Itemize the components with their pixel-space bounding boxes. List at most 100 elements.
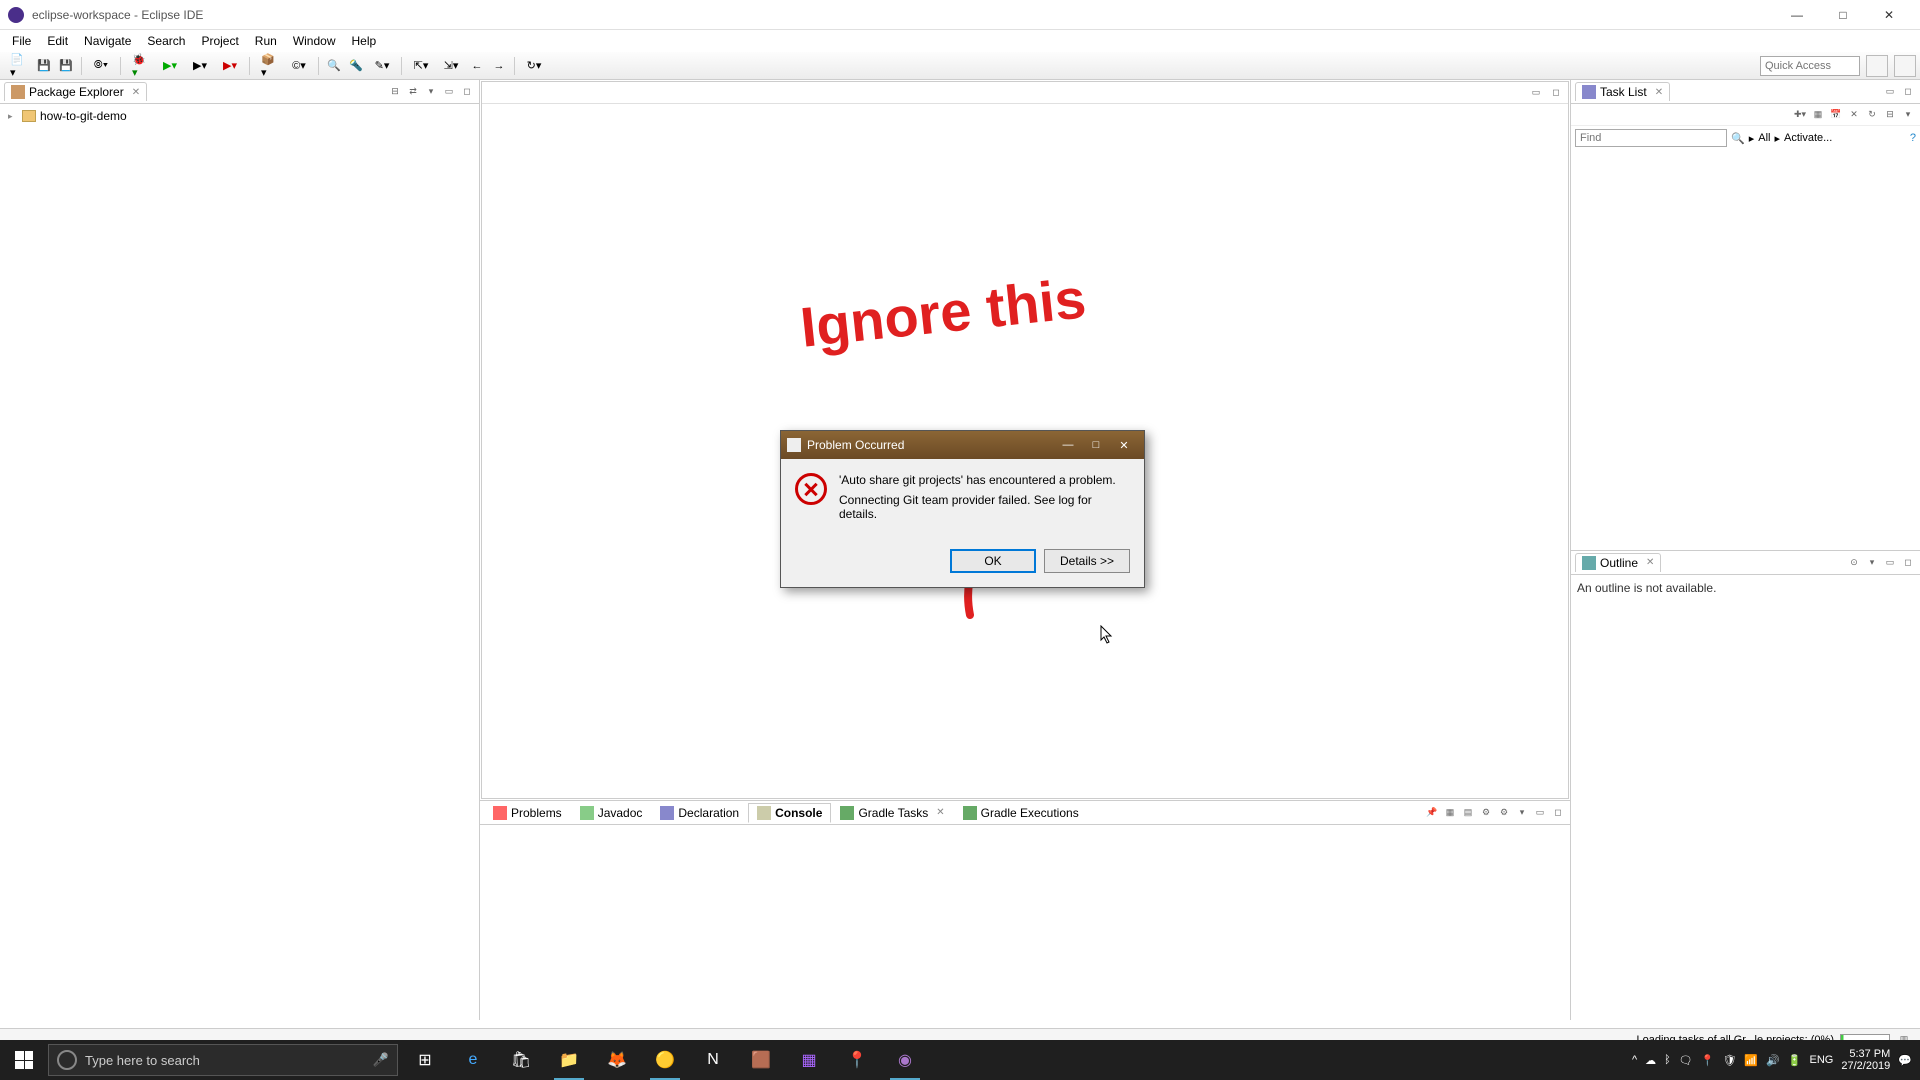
minecraft-icon[interactable]: 🟫 xyxy=(738,1040,784,1080)
open-console-icon[interactable]: ▤ xyxy=(1460,805,1476,821)
maximize-editor-icon[interactable]: ◻ xyxy=(1548,85,1564,101)
tab-gradle-executions[interactable]: Gradle Executions xyxy=(954,803,1088,823)
edge-icon[interactable]: e xyxy=(450,1040,496,1080)
console-menu-icon[interactable]: ⚙ xyxy=(1478,805,1494,821)
taskbar-search[interactable]: Type here to search 🎤 xyxy=(48,1044,398,1076)
dialog-minimize-button[interactable]: — xyxy=(1054,435,1082,455)
java-perspective-button[interactable] xyxy=(1894,55,1916,77)
outline-focus-icon[interactable]: ⊙ xyxy=(1846,554,1862,570)
tab-javadoc[interactable]: Javadoc xyxy=(571,803,652,823)
last-edit-button[interactable]: ⇱▾ xyxy=(407,56,435,76)
collapse-task-icon[interactable]: ⊟ xyxy=(1882,107,1898,123)
console-content[interactable] xyxy=(480,825,1570,1020)
eclipse-taskbar-icon[interactable]: ◉ xyxy=(882,1040,928,1080)
ok-button[interactable]: OK xyxy=(950,549,1036,573)
close-outline-icon[interactable]: ✕ xyxy=(1646,557,1654,568)
debug-button[interactable]: 🐞▾ xyxy=(126,56,154,76)
back-button[interactable]: ← xyxy=(467,56,487,76)
pin-console-icon[interactable]: 📌 xyxy=(1424,805,1440,821)
open-perspective-button[interactable] xyxy=(1866,55,1888,77)
save-button[interactable]: 💾 xyxy=(34,56,54,76)
twitch-icon[interactable]: ▦ xyxy=(786,1040,832,1080)
search-button[interactable]: 🔦 xyxy=(346,56,366,76)
project-node[interactable]: ▸ how-to-git-demo xyxy=(8,108,471,124)
firefox-icon[interactable]: 🦊 xyxy=(594,1040,640,1080)
help-icon[interactable]: ? xyxy=(1910,132,1916,144)
mic-icon[interactable]: 🎤 xyxy=(373,1052,389,1068)
maximize-task-icon[interactable]: ◻ xyxy=(1900,84,1916,100)
new-package-button[interactable]: 📦▾ xyxy=(255,56,283,76)
bluetooth-icon[interactable]: ᛒ xyxy=(1664,1054,1671,1066)
battery-icon[interactable]: 🗨 xyxy=(1679,1054,1693,1067)
all-arrow-icon[interactable]: ▸ xyxy=(1749,132,1755,145)
tab-gradle-tasks[interactable]: Gradle Tasks✕ xyxy=(831,803,953,823)
minimize-outline-icon[interactable]: ▭ xyxy=(1882,554,1898,570)
categorize-icon[interactable]: ▦ xyxy=(1810,107,1826,123)
all-label[interactable]: All xyxy=(1758,132,1770,144)
location-icon[interactable]: 📍 xyxy=(1701,1054,1715,1067)
close-task-list-icon[interactable]: ✕ xyxy=(1655,87,1663,98)
run-button[interactable]: ▶▾ xyxy=(156,56,184,76)
dialog-close-button[interactable]: ✕ xyxy=(1110,435,1138,455)
activate-arrow-icon[interactable]: ▸ xyxy=(1774,132,1780,145)
tab-problems[interactable]: Problems xyxy=(484,803,571,823)
minimize-editor-icon[interactable]: ▭ xyxy=(1528,85,1544,101)
close-gradle-tasks-icon[interactable]: ✕ xyxy=(936,807,944,818)
maximize-button[interactable]: □ xyxy=(1820,0,1866,30)
coverage-button[interactable]: ▶▾ xyxy=(186,56,214,76)
forward-button[interactable]: → xyxy=(489,56,509,76)
store-icon[interactable]: 🛍 xyxy=(498,1040,544,1080)
menu-file[interactable]: File xyxy=(4,34,39,48)
new-class-button[interactable]: ©▾ xyxy=(285,56,313,76)
start-button[interactable] xyxy=(0,1040,48,1080)
minimize-button[interactable]: — xyxy=(1774,0,1820,30)
defender-icon[interactable]: 🛡 xyxy=(1722,1054,1736,1067)
open-type-button[interactable]: 🔍 xyxy=(324,56,344,76)
task-menu-icon[interactable]: ▾ xyxy=(1900,107,1916,123)
collapse-all-icon[interactable]: ⊟ xyxy=(387,84,403,100)
sync-icon[interactable]: ↻ xyxy=(1864,107,1880,123)
close-view-icon[interactable]: ✕ xyxy=(132,87,140,98)
ext-tools-button[interactable]: ▶▾ xyxy=(216,56,244,76)
menu-edit[interactable]: Edit xyxy=(39,34,76,48)
maximize-view-icon[interactable]: ◻ xyxy=(459,84,475,100)
outline-tab[interactable]: Outline ✕ xyxy=(1575,553,1661,572)
skip-breakpoints-button[interactable]: ⦾▾ xyxy=(87,56,115,76)
tab-declaration[interactable]: Declaration xyxy=(651,803,748,823)
minimize-bottom-icon[interactable]: ▭ xyxy=(1532,805,1548,821)
menu-search[interactable]: Search xyxy=(139,34,193,48)
dialog-maximize-button[interactable]: □ xyxy=(1082,435,1110,455)
menu-window[interactable]: Window xyxy=(285,34,344,48)
chrome-icon[interactable]: 🟡 xyxy=(642,1040,688,1080)
power-icon[interactable]: 🔋 xyxy=(1788,1054,1802,1067)
taskbar-clock[interactable]: 5:37 PM 27/2/2019 xyxy=(1841,1048,1890,1072)
view-menu-bottom-icon[interactable]: ▾ xyxy=(1514,805,1530,821)
close-button[interactable]: ✕ xyxy=(1866,0,1912,30)
link-editor-icon[interactable]: ⇄ xyxy=(405,84,421,100)
view-menu-icon[interactable]: ▾ xyxy=(423,84,439,100)
maximize-outline-icon[interactable]: ◻ xyxy=(1900,554,1916,570)
menu-project[interactable]: Project xyxy=(193,34,246,48)
volume-icon[interactable]: 🔊 xyxy=(1766,1054,1780,1067)
onedrive-icon[interactable]: ☁ xyxy=(1645,1054,1656,1067)
maps-icon[interactable]: 📍 xyxy=(834,1040,880,1080)
notifications-icon[interactable]: 💬 xyxy=(1898,1054,1912,1067)
annotation-nav-button[interactable]: ✎▾ xyxy=(368,56,396,76)
task-list-tab[interactable]: Task List ✕ xyxy=(1575,82,1670,101)
expand-arrow-icon[interactable]: ▸ xyxy=(8,111,18,122)
language-indicator[interactable]: ENG xyxy=(1810,1054,1834,1066)
focus-icon[interactable]: ✕ xyxy=(1846,107,1862,123)
quick-access-input[interactable] xyxy=(1760,56,1860,76)
new-button[interactable]: 📄▾ xyxy=(4,56,32,76)
minimize-task-icon[interactable]: ▭ xyxy=(1882,84,1898,100)
menu-help[interactable]: Help xyxy=(344,34,385,48)
task-find-input[interactable] xyxy=(1575,129,1727,147)
activate-label[interactable]: Activate... xyxy=(1784,132,1832,144)
new-task-icon[interactable]: ✚▾ xyxy=(1792,107,1808,123)
package-explorer-tab[interactable]: Package Explorer ✕ xyxy=(4,82,147,101)
maximize-bottom-icon[interactable]: ◻ xyxy=(1550,805,1566,821)
outline-menu-icon[interactable]: ▾ xyxy=(1864,554,1880,570)
save-all-button[interactable]: 💾 xyxy=(56,56,76,76)
console-menu2-icon[interactable]: ⚙ xyxy=(1496,805,1512,821)
explorer-icon[interactable]: 📁 xyxy=(546,1040,592,1080)
